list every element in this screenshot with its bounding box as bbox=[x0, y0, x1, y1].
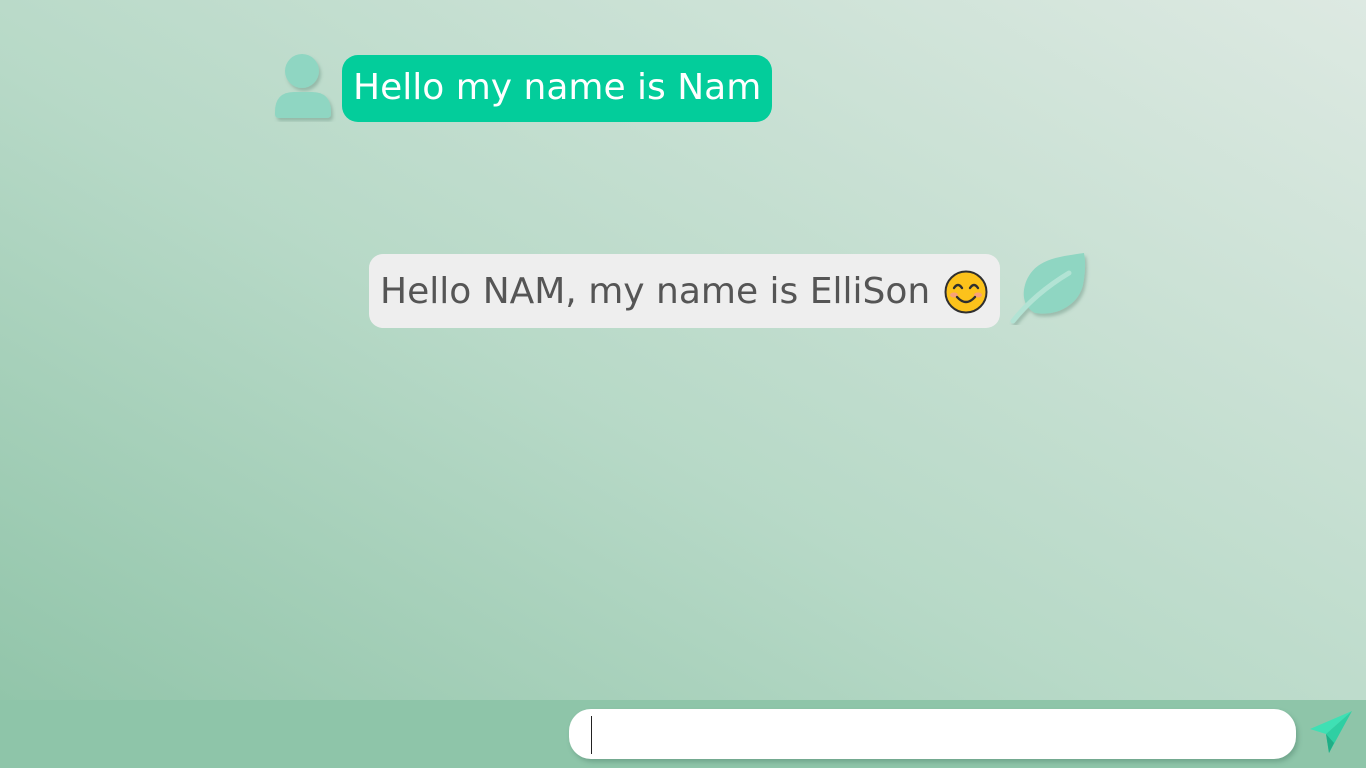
user-message-bubble: Hello my name is Nam bbox=[342, 55, 773, 122]
smiling-face-icon bbox=[944, 270, 988, 314]
user-message-text: Hello my name is Nam bbox=[353, 67, 762, 108]
paper-plane-send-icon bbox=[1310, 711, 1352, 753]
bot-message-text: Hello NAM, my name is ElliSon bbox=[380, 270, 931, 312]
bot-message-row: Hello NAM, my name is ElliSon bbox=[369, 251, 1091, 328]
leaf-icon bbox=[1009, 251, 1091, 325]
bot-message-bubble: Hello NAM, my name is ElliSon bbox=[369, 254, 1001, 328]
text-caret bbox=[591, 716, 592, 754]
message-input[interactable] bbox=[569, 709, 1296, 759]
send-button[interactable] bbox=[1308, 709, 1354, 755]
message-composer-bar bbox=[0, 700, 1366, 768]
user-avatar-icon bbox=[270, 52, 336, 122]
user-message-row: Hello my name is Nam bbox=[270, 52, 773, 122]
